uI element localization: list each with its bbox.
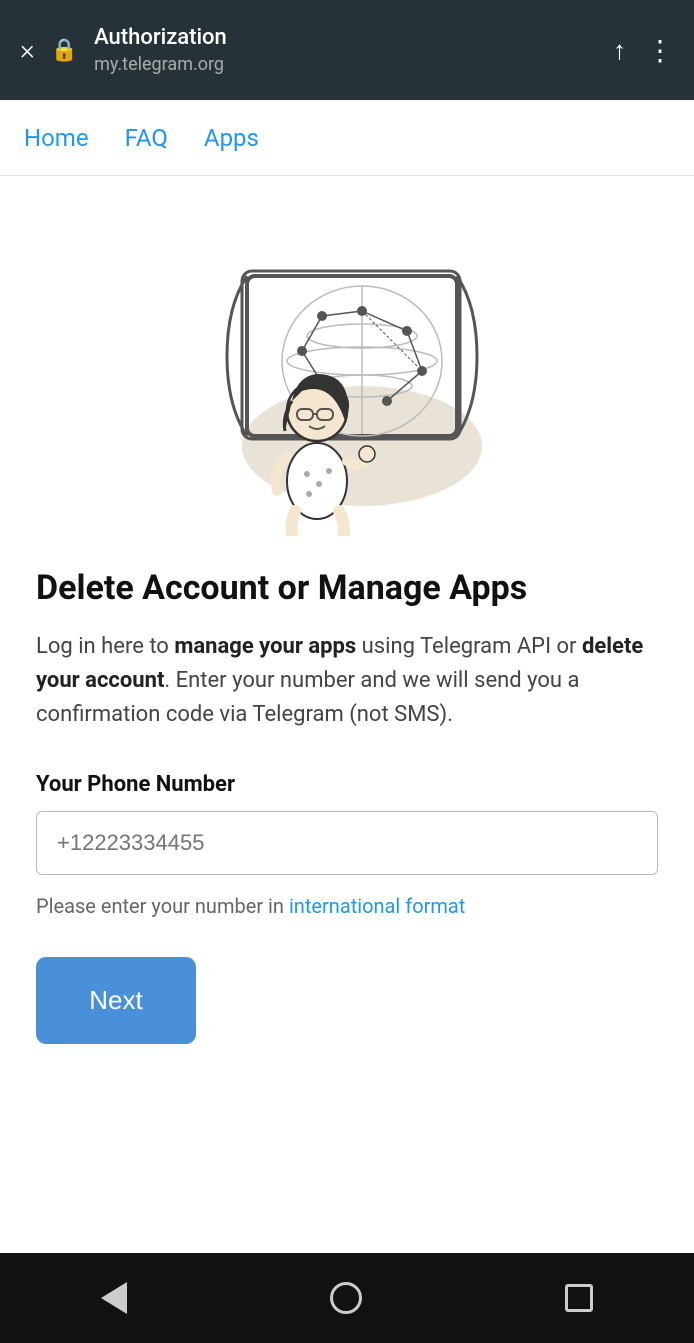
page-heading: Delete Account or Manage Apps: [36, 566, 658, 610]
nav-link-home[interactable]: Home: [24, 116, 89, 160]
back-button[interactable]: [101, 1282, 127, 1314]
hero-image: [36, 176, 658, 566]
next-button[interactable]: Next: [36, 957, 196, 1044]
close-icon[interactable]: ×: [20, 36, 35, 64]
international-format-link[interactable]: international format: [289, 894, 465, 918]
nav-link-apps[interactable]: Apps: [204, 116, 259, 160]
browser-title: Authorization: [94, 24, 597, 53]
nav-bar: Home FAQ Apps: [0, 100, 694, 176]
browser-title-group: Authorization my.telegram.org: [94, 24, 597, 76]
android-nav-bar: [0, 1253, 694, 1343]
more-icon[interactable]: [646, 34, 674, 67]
browser-bar: × 🔒 Authorization my.telegram.org: [0, 0, 694, 100]
input-hint: Please enter your number in internationa…: [36, 891, 658, 921]
browser-url: my.telegram.org: [94, 53, 597, 76]
share-icon[interactable]: [613, 35, 626, 66]
nav-link-faq[interactable]: FAQ: [125, 116, 168, 160]
home-button[interactable]: [330, 1282, 362, 1314]
lock-icon: 🔒: [51, 38, 78, 63]
main-content: Delete Account or Manage Apps Log in her…: [0, 176, 694, 1253]
page-description: Log in here to manage your apps using Te…: [36, 630, 658, 732]
hint-plain: Please enter your number in: [36, 894, 289, 918]
desc-bold-1: manage your apps: [174, 634, 356, 659]
phone-input[interactable]: [36, 811, 658, 875]
browser-actions: [613, 34, 674, 67]
desc-plain-1: Log in here to: [36, 634, 174, 659]
recents-button[interactable]: [565, 1284, 593, 1312]
desc-plain-2: using Telegram API or: [356, 634, 582, 659]
hero-illustration: [187, 216, 507, 536]
phone-label: Your Phone Number: [36, 772, 658, 797]
